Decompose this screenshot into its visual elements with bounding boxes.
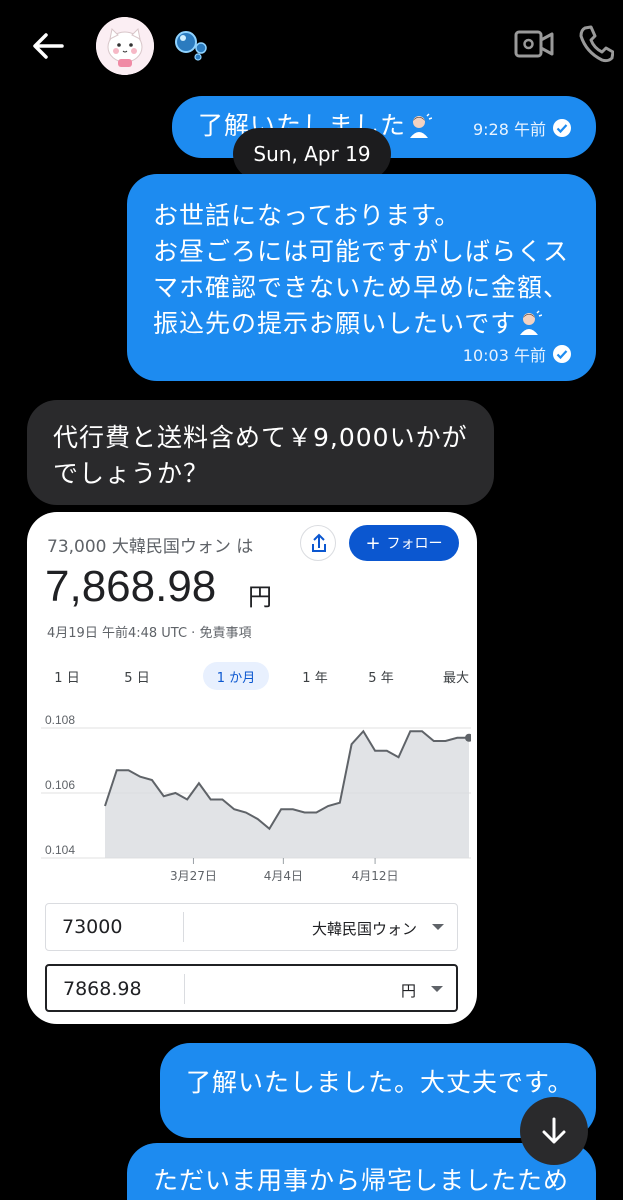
x-tick-label: 4月12日 — [352, 869, 399, 883]
scroll-to-bottom-button[interactable] — [520, 1097, 588, 1165]
from-currency-select[interactable]: 大韓民国ウォン — [312, 918, 417, 939]
rate-area — [105, 731, 469, 858]
to-amount-field[interactable]: 7868.98 円 — [45, 964, 458, 1012]
field-divider — [183, 912, 184, 942]
message-time: 10:03 午前 — [462, 346, 546, 365]
message-text: 了解いたしました。大丈夫です。 — [186, 1068, 574, 1097]
read-check-icon — [553, 119, 571, 137]
bowing-person-emoji-icon — [410, 113, 433, 138]
share-button[interactable] — [300, 525, 336, 561]
follow-label: フォロー — [386, 536, 443, 552]
converted-value: 7,868.98 — [45, 562, 217, 611]
rate-timestamp: 4月19日 午前4:48 UTC · 免責事項 — [47, 626, 252, 641]
phone-call-icon[interactable] — [578, 24, 614, 64]
range-tabs: 1 日 5 日 1 か月 1 年 5 年 最大 — [41, 662, 469, 692]
y-tick-label: 0.108 — [45, 713, 75, 727]
to-amount-input[interactable]: 7868.98 — [63, 978, 142, 1000]
message-text: ただいま用事から帰宅しましたため — [153, 1166, 570, 1195]
dropdown-caret-icon — [431, 986, 443, 992]
video-call-icon[interactable] — [514, 28, 554, 60]
tab-max[interactable]: 最大 — [434, 662, 478, 690]
currency-converter-card[interactable]: 73,000 大韓民国ウォン は + フォロー 7,868.98 円 4月19日… — [27, 512, 477, 1024]
date-separator: Sun, Apr 19 — [233, 128, 391, 180]
conversion-subtitle: 73,000 大韓民国ウォン は — [47, 537, 254, 557]
avatar[interactable] — [96, 17, 154, 75]
chat-header — [0, 0, 623, 90]
tab-5-years[interactable]: 5 年 — [359, 662, 403, 690]
message-outgoing[interactable]: お世話になっております。 お昼ごろには可能ですがしばらくス マホ確認できないため… — [127, 174, 596, 381]
read-check-icon — [553, 345, 571, 363]
tab-1-month[interactable]: 1 か月 — [203, 662, 269, 690]
y-tick-label: 0.106 — [45, 778, 75, 792]
y-tick-label: 0.104 — [45, 843, 75, 857]
converted-unit: 円 — [248, 583, 272, 611]
dropdown-caret-icon — [432, 924, 444, 930]
x-tick-label: 4月4日 — [264, 869, 303, 883]
follow-button[interactable]: + フォロー — [349, 525, 459, 561]
message-time: 9:28 午前 — [472, 120, 546, 139]
back-arrow-icon[interactable] — [28, 26, 68, 66]
field-divider — [184, 974, 185, 1004]
message-text: お世話になっております。 お昼ごろには可能ですがしばらくス マホ確認できないため… — [153, 201, 570, 338]
message-text: 代行費と送料含めて￥9,000いかが でしょうか？ — [53, 423, 468, 488]
from-amount-field[interactable]: 73000 大韓民国ウォン — [45, 903, 458, 951]
tab-1-day[interactable]: 1 日 — [45, 662, 89, 690]
arrow-down-icon — [542, 1117, 566, 1144]
from-amount-input[interactable]: 73000 — [62, 916, 122, 938]
message-incoming[interactable]: 代行費と送料含めて￥9,000いかが でしょうか？ — [27, 400, 494, 505]
tab-1-year[interactable]: 1 年 — [293, 662, 337, 690]
tab-5-days[interactable]: 5 日 — [115, 662, 159, 690]
message-outgoing[interactable]: ただいま用事から帰宅しましたため — [127, 1143, 596, 1200]
exchange-rate-chart: 0.108 0.106 0.104 3月27日 4月4日 4月12日 — [41, 713, 471, 883]
plus-icon: + — [365, 532, 381, 554]
to-currency-select[interactable]: 円 — [401, 980, 416, 1001]
bubbles-icon — [175, 31, 207, 61]
bowing-person-emoji-icon — [520, 310, 543, 335]
x-tick-label: 3月27日 — [170, 869, 217, 883]
share-icon — [312, 533, 326, 552]
